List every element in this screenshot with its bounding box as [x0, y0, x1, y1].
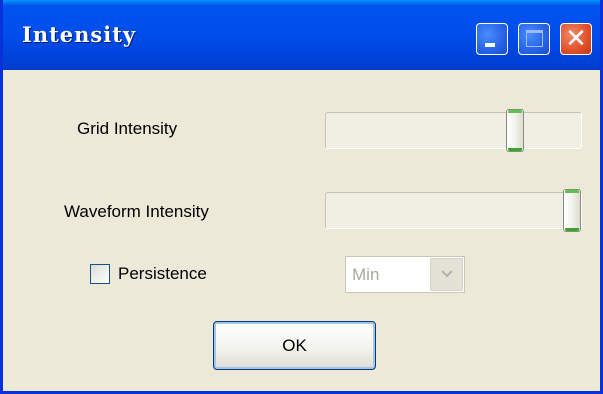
chevron-down-icon [441, 270, 453, 278]
grid-intensity-label: Grid Intensity [77, 119, 178, 138]
maximize-button[interactable] [518, 23, 550, 55]
grid-intensity-slider[interactable] [325, 109, 582, 152]
close-icon: ✕ [565, 24, 587, 54]
persistence-select[interactable]: Min [345, 256, 465, 293]
close-button[interactable]: ✕ [560, 23, 592, 55]
title-bar[interactable]: Intensity ✕ [3, 0, 600, 70]
minimize-icon [485, 43, 495, 47]
ok-button-label: OK [282, 336, 307, 355]
waveform-intensity-slider[interactable] [325, 189, 582, 232]
persistence-checkbox[interactable] [90, 264, 110, 284]
maximize-icon [526, 30, 543, 47]
persistence-select-value: Min [352, 265, 380, 284]
persistence-select-dropdown-button[interactable] [430, 258, 463, 291]
persistence-label[interactable]: Persistence [118, 264, 207, 284]
ok-button[interactable]: OK [213, 321, 376, 370]
grid-intensity-slider-thumb[interactable] [506, 109, 524, 152]
intensity-dialog: Intensity ✕ Grid Intensity Waveform Inte… [0, 0, 603, 394]
minimize-button[interactable] [476, 23, 508, 55]
waveform-intensity-slider-thumb[interactable] [563, 189, 581, 232]
waveform-intensity-label: Waveform Intensity [64, 202, 209, 221]
window-title: Intensity [22, 22, 137, 47]
